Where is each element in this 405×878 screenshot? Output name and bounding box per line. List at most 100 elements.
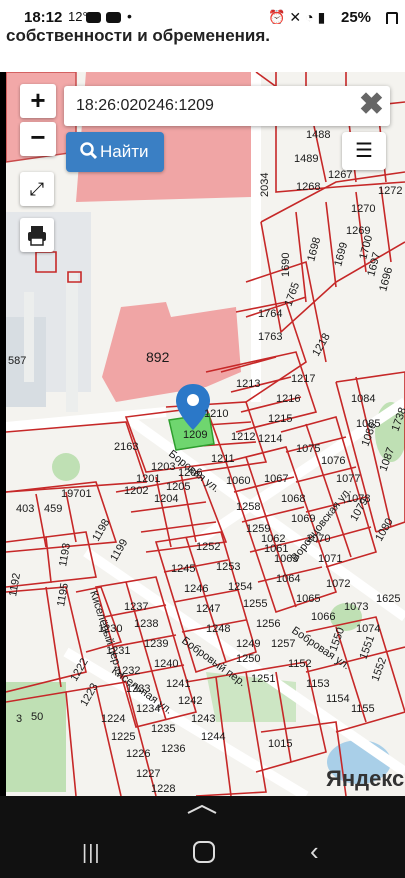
parcel-number-label: 1074 [356, 623, 380, 635]
parcel-number-label: 1696 [377, 266, 395, 293]
parcel-number-label: 1258 [236, 501, 260, 513]
parcel-number-label: 1248 [206, 623, 230, 635]
parcel-number-label: 1155 [351, 703, 375, 715]
yandex-attribution[interactable]: Яндекс [326, 766, 404, 792]
parcel-number-label: 1255 [243, 598, 267, 610]
parcel-number-label: 1195 [55, 582, 71, 607]
parcel-number-label: 1209 [183, 429, 207, 441]
parcel-number-label: 1237 [124, 601, 148, 613]
parcel-number-label: 1764 [258, 308, 282, 320]
parcel-number-label: 1257 [271, 638, 295, 650]
youtube-icon [86, 12, 101, 23]
parcel-number-label: 1067 [264, 473, 288, 485]
parcel-number-label: 1015 [268, 738, 292, 750]
parcel-number-label: 1214 [258, 433, 282, 445]
parcel-number-label: 1625 [376, 593, 400, 605]
map-canvas[interactable]: Боровая ул. Бобровый пер. Киселёвый пер.… [6, 72, 405, 796]
fullscreen-button[interactable]: ⤢ [20, 172, 54, 206]
parcel-number-label: 1225 [111, 731, 135, 743]
recents-icon[interactable]: ||| [82, 842, 101, 865]
find-button[interactable]: Найти [66, 132, 164, 172]
status-temperature: 12° [68, 9, 88, 24]
parcel-number-label: 1076 [321, 455, 345, 467]
parcel-number-label: 1060 [226, 475, 250, 487]
parcel-number-label: 1153 [306, 678, 330, 690]
home-icon[interactable] [193, 841, 215, 863]
parcel-number-label: 1228 [151, 783, 175, 795]
parcel-number-label: 1201 [136, 473, 160, 485]
print-button[interactable] [20, 218, 54, 252]
parcel-number-label: 1224 [101, 713, 125, 725]
parcel-number-label: 1205 [166, 481, 190, 493]
parcel-number-label: 1256 [256, 618, 280, 630]
cadastral-map[interactable]: Боровая ул. Бобровый пер. Киселёвый пер.… [6, 72, 405, 796]
parcel-number-label: 1550 [328, 626, 348, 653]
parcel-number-label: 1199 [108, 537, 130, 563]
parcel-number-label: 1071 [318, 553, 342, 565]
parcel-number-label: 1075 [296, 443, 320, 455]
layers-menu-button[interactable]: ☰ [342, 132, 386, 170]
parcel-number-label: 1270 [351, 203, 375, 215]
parcel-number-label: 1065 [296, 593, 320, 605]
parcel-number-label: 1066 [311, 611, 335, 623]
parcel-number-label: 1238 [134, 618, 158, 630]
parcel-number-label: 1193 [57, 542, 73, 567]
parcel-number-label: 1215 [268, 413, 292, 425]
parcel-number-label: 1272 [378, 185, 402, 197]
parcel-number-label: 1690 [280, 253, 292, 277]
parcel-number-label: 1212 [231, 431, 255, 443]
parcel-number-label: 1249 [236, 638, 260, 650]
parcel-number-label: 1244 [201, 731, 225, 743]
youtube-icon [106, 12, 121, 23]
parcel-number-label: 1068 [281, 493, 305, 505]
parcel-number-label: 1251 [251, 673, 275, 685]
parcel-number-label: 1698 [305, 236, 323, 263]
parcel-number-label: 1247 [196, 603, 220, 615]
parcel-number-label: 1084 [351, 393, 375, 405]
parcel-number-label: 1245 [171, 563, 195, 575]
parcel-number-label: 1216 [276, 393, 300, 405]
parcel-number-label: 1233 [126, 683, 150, 695]
parcel-number-label: 1763 [258, 331, 282, 343]
zoom-out-button[interactable]: − [20, 122, 56, 156]
parcel-number-label: 1489 [294, 153, 318, 165]
parcel-number-label: 1230 [98, 623, 122, 635]
parcel-number-label: 2034 [259, 173, 271, 197]
parcel-number-label: 1192 [7, 572, 23, 597]
parcel-number-label: 1239 [144, 638, 168, 650]
parcel-number-label: 19701 [61, 488, 92, 500]
parcel-number-label: 459 [44, 503, 62, 515]
parcel-number-label: 1551 [358, 634, 378, 661]
parcel-number-label: 1235 [151, 723, 175, 735]
parcel-number-label: 3 [16, 713, 22, 725]
zoom-in-button[interactable]: + [20, 84, 56, 118]
parcel-number-label: 1234 [136, 703, 160, 715]
building-892 [102, 302, 241, 402]
parcel-number-label: 1241 [166, 678, 190, 690]
page-heading-text: собственности и обременения. [6, 26, 271, 45]
parcel-number-label: 1226 [126, 748, 150, 760]
search-input-value[interactable]: 18:26:020246:1209 [76, 97, 214, 115]
clear-search-icon[interactable]: ✖ [359, 90, 384, 120]
parcel-number-label: 1552 [370, 656, 390, 683]
green-area [6, 682, 66, 792]
parcel-number-label: 892 [146, 349, 170, 365]
parcel-number-label: 1699 [332, 241, 350, 268]
parcel-number-label: 1210 [204, 408, 228, 420]
parcel-number-label: 1252 [196, 541, 220, 553]
chevron-up-icon[interactable] [186, 804, 218, 814]
parcel-number-label: 1062 [261, 533, 285, 545]
parcel-number-label: 2163 [114, 441, 138, 453]
parcel-number-label: 1250 [236, 653, 260, 665]
parcel-number-label: 403 [16, 503, 34, 515]
parcel-number-label: 1217 [291, 373, 315, 385]
cadastral-search-field[interactable]: 18:26:020246:1209 ✖ [64, 86, 390, 126]
android-navigation-bar: ||| ‹ [0, 796, 405, 878]
back-icon[interactable]: ‹ [310, 836, 319, 867]
parcel-number-label: 1154 [326, 693, 350, 705]
parcel-number-label: 1240 [154, 658, 178, 670]
parcel-number-label: 1069 [291, 513, 315, 525]
parcel-number-label: 1064 [276, 573, 300, 585]
parcel-number-label: 1231 [106, 645, 130, 657]
parcel-number-label: 1077 [336, 473, 360, 485]
